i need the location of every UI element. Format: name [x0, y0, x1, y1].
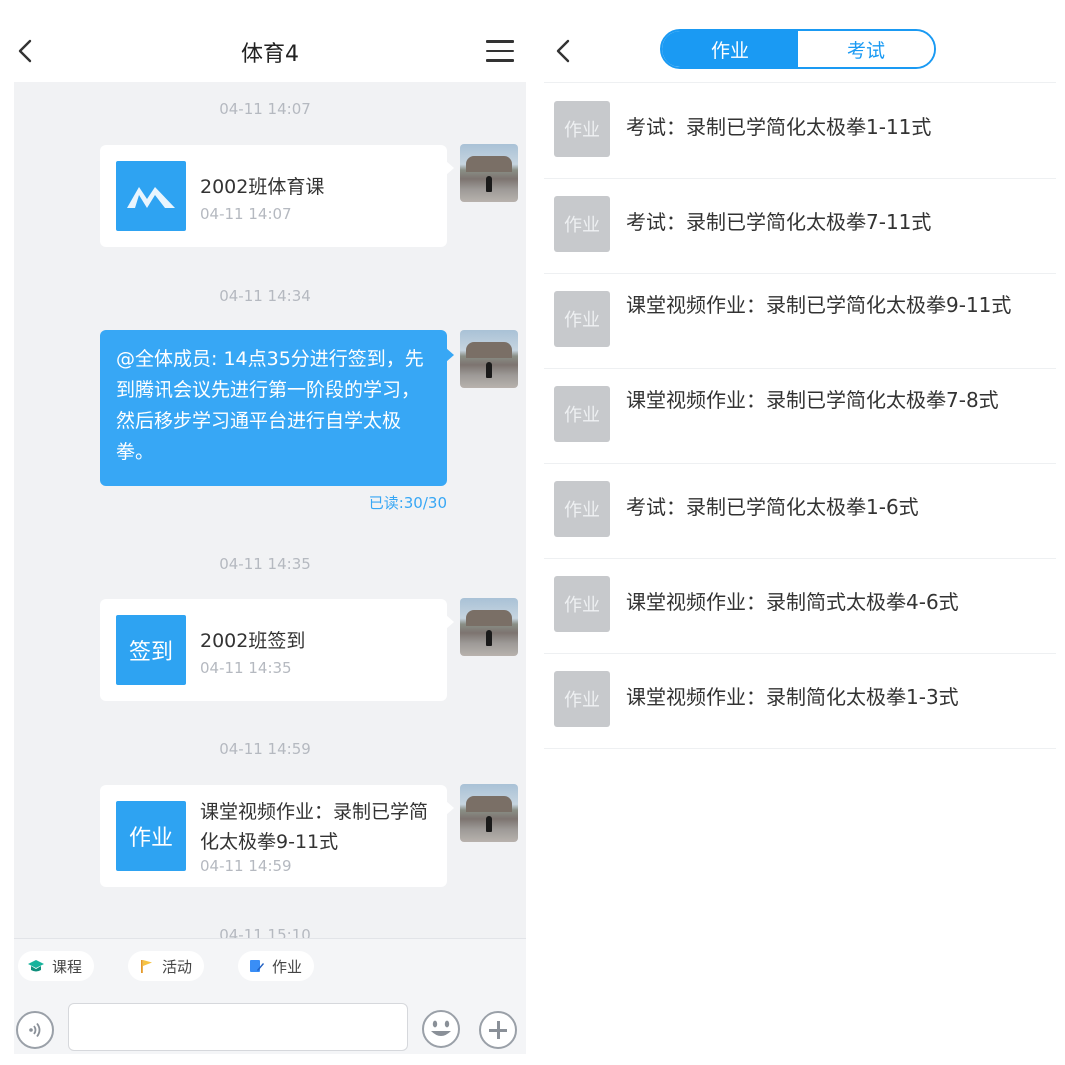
- list-item[interactable]: 作业 课堂视频作业：录制已学简化太极拳7-8式: [544, 369, 1056, 464]
- activity-button[interactable]: 活动: [128, 951, 205, 981]
- checkin-card[interactable]: 签到 2002班签到 04-11 14:35: [100, 599, 454, 701]
- tab-exam[interactable]: 考试: [798, 31, 934, 67]
- menu-icon[interactable]: [486, 40, 514, 62]
- card-title: 2002班签到: [200, 630, 306, 652]
- message-timestamp: 04-11 14:07: [219, 100, 311, 118]
- homework-thumbnail-icon: 作业: [554, 576, 610, 632]
- homework-thumbnail-icon: 作业: [554, 481, 610, 537]
- list-item[interactable]: 作业 考试：录制已学简化太极拳1-11式: [544, 84, 1056, 179]
- course-logo-icon: [116, 161, 186, 231]
- message-timestamp: 04-11 14:34: [219, 287, 311, 305]
- avatar[interactable]: [460, 784, 518, 842]
- avatar[interactable]: [460, 598, 518, 656]
- card-time: 04-11 14:59: [200, 857, 292, 875]
- card-time: 04-11 14:07: [200, 205, 292, 223]
- back-icon[interactable]: [554, 38, 574, 64]
- list-item-title: 课堂视频作业：录制简化太极拳1-3式: [626, 685, 959, 709]
- homework-button[interactable]: 作业: [238, 951, 315, 981]
- chat-title: 体育4: [241, 42, 299, 67]
- graduation-cap-icon: [28, 960, 44, 972]
- voice-icon[interactable]: [16, 1011, 54, 1049]
- list-item-title: 课堂视频作业：录制已学简化太极拳9-11式: [626, 293, 1012, 317]
- screenshot-root: 体育4 04-11 14:07 2002班体育课 04-11 14:07 04-…: [0, 0, 1065, 1065]
- card-title: 2002班体育课: [200, 176, 325, 198]
- list-item[interactable]: 作业 考试：录制已学简化太极拳1-6式: [544, 464, 1056, 559]
- tab-homework[interactable]: 作业: [662, 31, 798, 67]
- checkin-icon: 签到: [116, 615, 186, 685]
- course-label: 课程: [52, 957, 83, 976]
- divider: [544, 82, 1056, 83]
- homework-icon: 作业: [116, 801, 186, 871]
- avatar[interactable]: [460, 144, 518, 202]
- homework-label: 作业: [272, 957, 303, 976]
- avatar[interactable]: [460, 330, 518, 388]
- flag-icon: [141, 960, 152, 973]
- list-item[interactable]: 作业 课堂视频作业：录制已学简化太极拳9-11式: [544, 274, 1056, 369]
- chat-panel: 体育4 04-11 14:07 2002班体育课 04-11 14:07 04-…: [14, 14, 526, 1054]
- chat-header: 体育4: [14, 14, 526, 82]
- message-timestamp: 04-11 14:59: [219, 740, 311, 758]
- list-item-title: 课堂视频作业：录制简式太极拳4-6式: [626, 590, 959, 614]
- list-item-title: 考试：录制已学简化太极拳1-11式: [626, 115, 932, 139]
- course-card[interactable]: 2002班体育课 04-11 14:07: [100, 145, 454, 247]
- homework-thumbnail-icon: 作业: [554, 291, 610, 347]
- homework-thumbnail-icon: 作业: [554, 196, 610, 252]
- homework-thumbnail-icon: 作业: [554, 671, 610, 727]
- list-item[interactable]: 作业 课堂视频作业：录制简化太极拳1-3式: [544, 654, 1056, 749]
- message-text: @全体成员: 14点35分进行签到，先到腾讯会议先进行第一阶段的学习，然后移步学…: [116, 348, 424, 463]
- homework-thumbnail-icon: 作业: [554, 101, 610, 157]
- message-timestamp: 04-11 14:35: [219, 555, 311, 573]
- homework-panel: 作业 考试 作业 考试：录制已学简化太极拳1-11式 作业 考试：录制已学简化太…: [540, 14, 1060, 1054]
- tab-switcher: 作业 考试: [660, 29, 936, 69]
- list-item-title: 课堂视频作业：录制已学简化太极拳7-8式: [626, 388, 999, 412]
- emoji-icon[interactable]: [421, 1009, 461, 1049]
- list-item-title: 考试：录制已学简化太极拳7-11式: [626, 210, 932, 234]
- card-title: 课堂视频作业：录制已学简化太极拳9-11式: [200, 801, 429, 853]
- chat-toolbar: 课程 活动 作业: [14, 938, 526, 1054]
- activity-label: 活动: [162, 957, 193, 976]
- homework-thumbnail-icon: 作业: [554, 386, 610, 442]
- pencil-note-icon: [250, 960, 264, 972]
- plus-icon[interactable]: [479, 1011, 517, 1049]
- message-input[interactable]: [68, 1003, 408, 1051]
- list-item-title: 考试：录制已学简化太极拳1-6式: [626, 495, 919, 519]
- card-time: 04-11 14:35: [200, 659, 292, 677]
- message-bubble[interactable]: @全体成员: 14点35分进行签到，先到腾讯会议先进行第一阶段的学习，然后移步学…: [100, 330, 454, 486]
- homework-card[interactable]: 作业 课堂视频作业：录制已学简化太极拳9-11式 04-11 14:59: [100, 785, 454, 887]
- list-item[interactable]: 作业 考试：录制已学简化太极拳7-11式: [544, 179, 1056, 274]
- read-status[interactable]: 已读:30/30: [100, 492, 447, 513]
- list-item[interactable]: 作业 课堂视频作业：录制简式太极拳4-6式: [544, 559, 1056, 654]
- course-button[interactable]: 课程: [18, 951, 95, 981]
